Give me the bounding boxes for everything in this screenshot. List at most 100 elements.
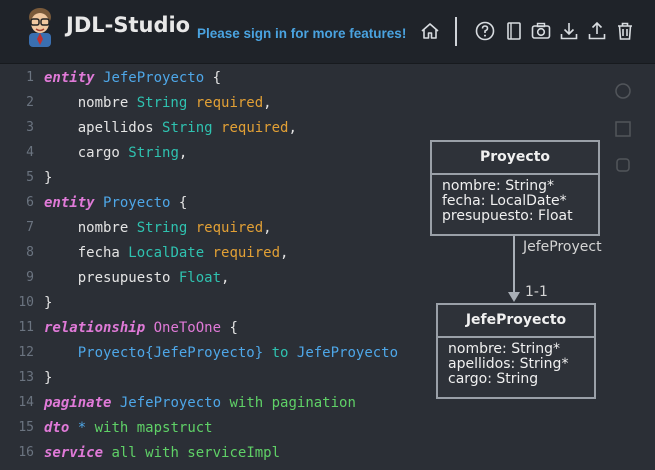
code-token: Float <box>178 270 222 286</box>
entity-title: Proyecto <box>432 142 598 175</box>
code-text: service all with serviceImpl <box>44 445 280 461</box>
line-number: 15 <box>18 420 34 435</box>
sign-in-link[interactable]: Please sign in for more features! <box>197 26 406 41</box>
line-number: 6 <box>26 195 34 210</box>
code-token: { <box>221 320 238 336</box>
code-line[interactable]: 16 service all with serviceImpl <box>0 445 430 470</box>
code-token: entity <box>44 195 95 211</box>
code-token: Proyecto <box>103 195 171 211</box>
entity-field: apellidos: String* <box>448 356 569 372</box>
entity-fields: nombre: String* apellidos: String* cargo… <box>438 338 594 387</box>
code-line[interactable]: 8 fecha LocalDate required, <box>0 245 430 270</box>
code-token: relationship <box>44 320 146 336</box>
code-line[interactable]: 7 nombre String required, <box>0 220 430 245</box>
upload-icon[interactable] <box>586 20 608 42</box>
code-token: with pagination <box>229 395 356 411</box>
code-token: paginate <box>44 395 112 411</box>
code-line[interactable]: 3 apellidos String required, <box>0 120 430 145</box>
code-text: entity JefeProyecto { <box>44 70 221 86</box>
code-line[interactable]: 4 cargo String, <box>0 145 430 170</box>
code-token: JefeProyecto <box>103 70 205 86</box>
code-token: , <box>288 120 297 136</box>
code-token: , <box>178 145 188 161</box>
code-line[interactable]: 10} <box>0 295 430 320</box>
code-token: nombre <box>44 95 137 111</box>
entity-field: presupuesto: Float <box>442 208 573 224</box>
jefeproyecto-entity-box[interactable]: JefeProyecto nombre: String* apellidos: … <box>436 303 596 399</box>
trash-icon[interactable] <box>614 20 636 42</box>
line-number: 8 <box>26 245 34 260</box>
code-token: , <box>263 95 272 111</box>
code-line[interactable]: 9 presupuesto Float, <box>0 270 430 295</box>
line-number: 4 <box>26 145 34 160</box>
camera-icon[interactable] <box>530 20 552 42</box>
code-token: all with serviceImpl <box>111 445 281 461</box>
line-number: 12 <box>18 345 34 360</box>
entity-field: nombre: String* <box>448 341 560 357</box>
faded-side-icon <box>614 82 632 100</box>
app-title: JDL-Studio <box>66 13 191 37</box>
code-line[interactable]: 6 entity Proyecto { <box>0 195 430 220</box>
code-token: apellidos <box>44 120 163 136</box>
code-token: { <box>204 70 222 86</box>
proyecto-entity-box[interactable]: Proyecto nombre: String* fecha: LocalDat… <box>430 140 600 236</box>
code-token: required <box>195 95 264 111</box>
home-icon[interactable] <box>419 20 441 42</box>
code-token: with mapstruct <box>94 420 213 436</box>
code-text: } <box>44 170 52 186</box>
code-text: apellidos String required, <box>44 120 297 136</box>
code-line[interactable]: 15 dto * with mapstruct <box>0 420 430 445</box>
entity-field: nombre: String* <box>442 178 554 194</box>
jhipster-avatar-logo <box>29 8 51 47</box>
code-token: JefeProyecto <box>119 395 222 411</box>
code-token: required <box>195 220 264 236</box>
code-line[interactable]: 14 paginate JefeProyecto with pagination <box>0 395 430 420</box>
code-line[interactable]: 5} <box>0 170 430 195</box>
code-line[interactable]: 11 relationship OneToOne { <box>0 320 430 345</box>
line-number: 10 <box>18 295 34 310</box>
code-text: paginate JefeProyecto with pagination <box>44 395 356 411</box>
code-token: } <box>44 170 53 186</box>
entity-field: cargo: String <box>448 371 539 387</box>
code-text: nombre String required, <box>44 95 272 111</box>
app-header: JDL-Studio Please sign in for more featu… <box>0 0 655 64</box>
help-icon[interactable] <box>474 20 496 42</box>
code-text: relationship OneToOne { <box>44 320 238 336</box>
entity-title: JefeProyecto <box>438 305 594 338</box>
code-line[interactable]: 13} <box>0 370 430 395</box>
code-token: required <box>212 245 281 261</box>
line-number: 9 <box>26 270 34 285</box>
code-line[interactable]: 2 nombre String required, <box>0 95 430 120</box>
code-token: to <box>271 345 289 361</box>
line-number: 5 <box>26 170 34 185</box>
code-text: presupuesto Float, <box>44 270 230 286</box>
download-icon[interactable] <box>558 20 580 42</box>
faded-side-icon <box>614 120 632 138</box>
code-line[interactable]: 12 Proyecto{JefeProyecto} to JefeProyect… <box>0 345 430 370</box>
code-line[interactable]: 1 entity JefeProyecto { <box>0 70 430 95</box>
line-number: 14 <box>18 395 34 410</box>
code-text: cargo String, <box>44 145 188 161</box>
code-text: entity Proyecto { <box>44 195 187 211</box>
book-icon[interactable] <box>503 20 525 42</box>
line-number: 7 <box>26 220 34 235</box>
code-token: service <box>44 445 104 461</box>
code-token: nombre <box>44 220 137 236</box>
code-text: } <box>44 295 52 311</box>
code-token: LocalDate <box>128 245 205 261</box>
code-token: , <box>263 220 272 236</box>
line-number: 16 <box>18 445 34 460</box>
jdl-code-editor[interactable]: 1 entity JefeProyecto {2 nombre String re… <box>0 64 655 467</box>
code-token: String <box>128 145 179 161</box>
code-text: dto * with mapstruct <box>44 420 213 436</box>
